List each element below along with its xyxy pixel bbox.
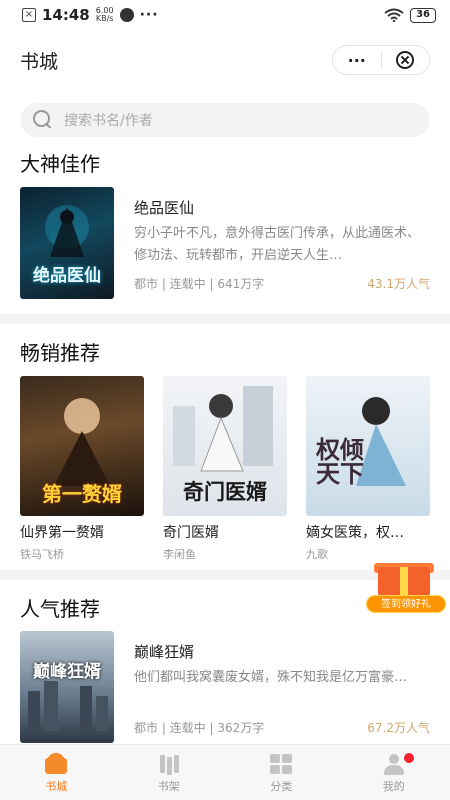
sign-in-gift-button[interactable]: 签到领好礼 [366, 563, 446, 615]
cover-title: 第一赘婿 [42, 482, 122, 506]
tab-label: 书架 [157, 780, 180, 793]
bottom-tab-bar: 书城 书架 分类 我的 [0, 744, 450, 800]
search-bar[interactable]: 搜索书名/作者 [20, 103, 430, 137]
profile-icon [382, 753, 406, 775]
gift-label: 签到领好礼 [366, 595, 446, 613]
tab-category[interactable]: 分类 [225, 745, 338, 800]
close-icon [396, 51, 415, 69]
status-more-icon: ··· [139, 7, 159, 23]
close-button[interactable] [382, 46, 430, 74]
popular-book-item[interactable]: 巅峰狂婿 巅峰狂婿 他们都叫我窝囊废女婿，殊不知我是亿万富豪… 都市 | 连载中… [20, 631, 430, 743]
book-title: 巅峰狂婿 [134, 643, 195, 661]
cover-title: 巅峰狂婿 [33, 662, 101, 682]
app-header: 书城 ··· [0, 38, 450, 82]
status-bar: × 14:48 6.00 KB/s ··· 36 [0, 0, 450, 30]
tab-bookstore[interactable]: 书城 [0, 745, 113, 800]
bestseller-item[interactable]: 奇门医婿 奇门医婿 李闲鱼 [163, 376, 287, 562]
book-author: 李闲鱼 [163, 548, 196, 561]
search-placeholder: 搜索书名/作者 [64, 113, 153, 129]
notification-x-icon: × [22, 8, 36, 22]
search-icon [32, 109, 54, 131]
tab-profile[interactable]: 我的 [338, 745, 450, 800]
book-title: 绝品医仙 [134, 199, 195, 217]
bookshelf-icon [157, 753, 181, 775]
tab-bookshelf[interactable]: 书架 [113, 745, 226, 800]
gift-icon [378, 567, 430, 597]
book-author: 九歌 [306, 548, 328, 561]
wifi-icon [384, 8, 404, 22]
book-description: 他们都叫我窝囊废女婿，殊不知我是亿万富豪… [134, 670, 408, 685]
section-title-featured: 大神佳作 [20, 152, 100, 176]
page-title: 书城 [20, 50, 59, 73]
featured-book-item[interactable]: 绝品医仙 绝品医仙 穷小子叶不凡，意外得古医门传承，从此通医术、修功法、玩转都市… [20, 187, 430, 299]
category-icon [269, 753, 293, 775]
section-divider [0, 314, 450, 324]
book-cover: 绝品医仙 [20, 187, 114, 299]
mini-program-capsule: ··· [332, 45, 430, 75]
status-app-icon [119, 8, 134, 22]
book-popularity: 43.1万人气 [367, 277, 430, 291]
bookstore-icon [44, 753, 68, 775]
bestseller-item[interactable]: 权倾天下 嫡女医策，权… 九歌 [306, 376, 430, 562]
book-cover: 巅峰狂婿 [20, 631, 114, 743]
more-button[interactable]: ··· [333, 46, 381, 74]
book-title: 嫡女医策，权… [306, 525, 404, 541]
battery-indicator: 36 [410, 7, 436, 23]
cover-title: 奇门医婿 [183, 479, 267, 504]
book-description: 穷小子叶不凡，意外得古医门传承，从此通医术、修功法、玩转都市，开启逆天人生… [134, 226, 421, 263]
book-meta: 都市 | 连载中 | 641万字 [134, 277, 265, 291]
bestseller-item[interactable]: 第一赘婿 仙界第一赘婿 铁马飞桥 [20, 376, 144, 562]
section-title-bestsellers: 畅销推荐 [20, 341, 100, 365]
more-dots-label: ··· [347, 50, 366, 70]
section-title-popular: 人气推荐 [20, 597, 100, 621]
book-cover: 权倾天下 [306, 376, 430, 516]
book-title: 奇门医婿 [163, 525, 219, 541]
book-meta: 都市 | 连载中 | 362万字 [134, 721, 265, 735]
notification-dot [403, 753, 414, 763]
book-title: 仙界第一赘婿 [20, 525, 104, 541]
network-speed: 6.00 KB/s [96, 7, 114, 23]
cover-title: 权倾天下 [316, 435, 364, 488]
book-popularity: 67.2万人气 [367, 721, 430, 735]
network-speed-unit: KB/s [95, 14, 114, 23]
book-author: 铁马飞桥 [20, 548, 64, 561]
book-cover: 第一赘婿 [20, 376, 144, 516]
tab-label: 我的 [382, 780, 405, 793]
cover-title: 绝品医仙 [33, 266, 101, 286]
bestseller-grid: 第一赘婿 仙界第一赘婿 铁马飞桥 奇门医婿 奇门医婿 李闲鱼 权倾天下 嫡女医策… [20, 376, 430, 562]
tab-label: 书城 [45, 780, 68, 793]
status-time: 14:48 [42, 6, 90, 24]
tab-label: 分类 [270, 780, 293, 793]
cover-art [28, 681, 108, 731]
book-cover: 奇门医婿 [163, 376, 287, 516]
